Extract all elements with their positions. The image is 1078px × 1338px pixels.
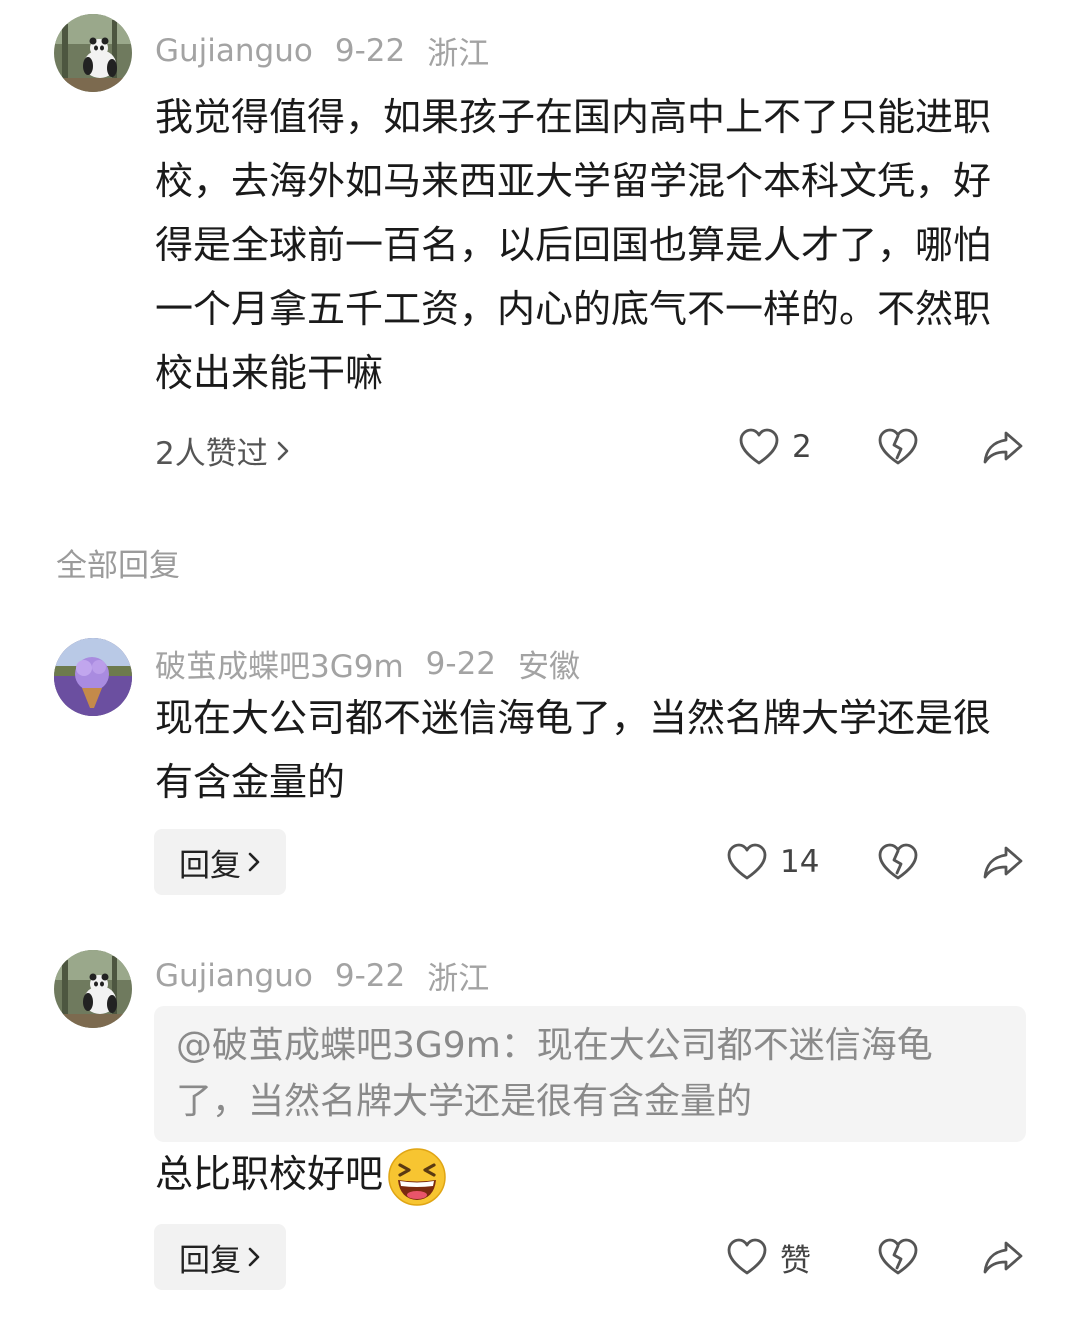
reply-actions: 赞 xyxy=(0,1224,1078,1290)
panda-avatar-image xyxy=(54,14,132,92)
post-location: 浙江 xyxy=(427,36,490,72)
quoted-reply[interactable]: @破茧成蝶吧3G9m：现在大公司都不迷信海龟了，当然名牌大学还是很有含金量的 xyxy=(154,1006,1026,1142)
comment-text: 我觉得值得，如果孩子在国内高中上不了只能进职校，去海外如马来西亚大学留学混个本科… xyxy=(155,95,992,395)
post-date: 9-22 xyxy=(334,32,406,69)
like-button[interactable]: 14 xyxy=(726,829,819,895)
broken-heart-icon xyxy=(878,428,918,465)
reply-text: 现在大公司都不迷信海龟了，当然名牌大学还是很有含金量的 xyxy=(155,696,992,804)
like-button[interactable]: 2 xyxy=(738,414,812,480)
dislike-button[interactable] xyxy=(877,414,919,480)
share-arrow-icon xyxy=(983,1241,1023,1274)
author-name[interactable]: Gujianguo xyxy=(155,958,313,994)
share-button[interactable] xyxy=(982,1224,1024,1290)
avatar[interactable] xyxy=(54,950,132,1028)
dislike-button[interactable] xyxy=(877,1224,919,1290)
reply-location: 浙江 xyxy=(427,961,490,997)
reply-text: 总比职校好吧 xyxy=(155,1142,1005,1207)
heart-icon xyxy=(739,428,779,465)
reply-meta: Gujianguo 9-22 浙江 xyxy=(155,953,489,998)
like-label: 赞 xyxy=(780,1242,811,1279)
share-arrow-icon xyxy=(983,846,1023,879)
reply-actions: 14 xyxy=(0,829,1078,895)
avatar[interactable] xyxy=(54,14,132,92)
author-name[interactable]: Gujianguo xyxy=(155,33,313,69)
share-button[interactable] xyxy=(982,414,1024,480)
reply-location: 安徽 xyxy=(518,649,581,685)
heart-icon xyxy=(727,1238,767,1275)
share-arrow-icon xyxy=(983,431,1023,464)
like-count: 2 xyxy=(792,429,812,465)
panda-avatar-image xyxy=(54,950,132,1028)
reply-date: 9-22 xyxy=(425,645,497,682)
post-actions: 2 xyxy=(0,414,1078,480)
avatar[interactable] xyxy=(54,638,132,716)
purple-flower-avatar-image xyxy=(54,638,132,716)
grinning-squinting-face-emoji xyxy=(388,1147,446,1206)
share-button[interactable] xyxy=(982,829,1024,895)
reply-text-content: 总比职校好吧 xyxy=(155,1152,384,1196)
like-button[interactable]: 赞 xyxy=(726,1224,811,1290)
broken-heart-icon xyxy=(878,843,918,880)
dislike-button[interactable] xyxy=(877,829,919,895)
reply-meta: 破茧成蝶吧3G9m 9-22 安徽 xyxy=(155,641,580,686)
like-count: 14 xyxy=(780,844,820,880)
broken-heart-icon xyxy=(878,1238,918,1275)
heart-icon xyxy=(727,843,767,880)
reply-date: 9-22 xyxy=(334,957,406,994)
post-meta: Gujianguo 9-22 浙江 xyxy=(155,28,489,73)
all-replies-label: 全部回复 xyxy=(56,548,180,584)
author-name[interactable]: 破茧成蝶吧3G9m xyxy=(155,641,404,686)
